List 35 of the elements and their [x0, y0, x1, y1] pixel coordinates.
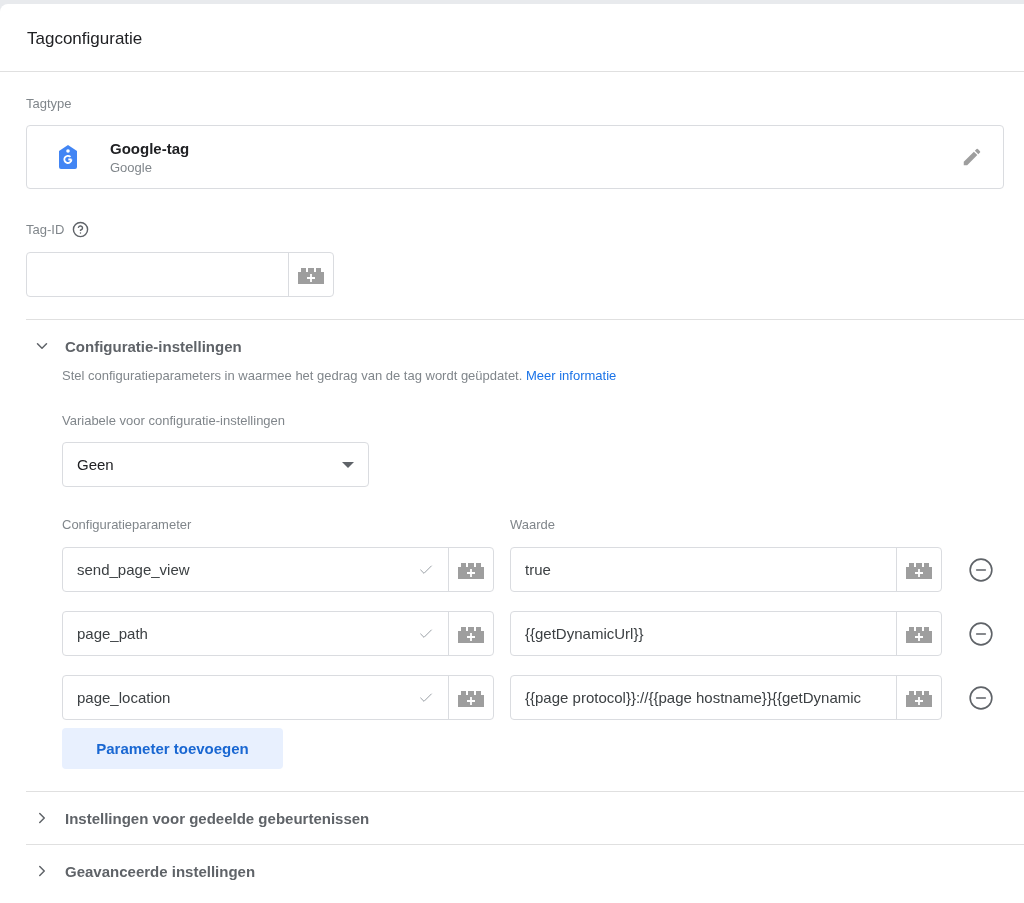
field-label: Tagtype	[26, 96, 72, 111]
add-parameter-button[interactable]: Parameter toevoegen	[62, 728, 283, 769]
tag-type-name: Google-tag	[110, 139, 191, 157]
variable-block-icon	[298, 265, 324, 284]
parameter-name-field[interactable]: page_location	[62, 675, 494, 720]
variable-block-icon	[458, 560, 484, 579]
section-header[interactable]: Geavanceerde instellingen	[26, 845, 256, 897]
variable-block-icon	[906, 688, 932, 707]
tag-type-card[interactable]: Google-tag Google	[26, 125, 1004, 189]
remove-button[interactable]	[968, 620, 994, 647]
tag-icon	[59, 145, 77, 169]
variable-block-icon	[906, 560, 932, 579]
column-header: Configuratieparameter	[62, 517, 193, 532]
help-icon[interactable]	[72, 221, 90, 238]
variable-dropdown[interactable]: Geen	[62, 442, 369, 487]
panel-title: Tagconfiguratie	[0, 4, 1024, 72]
field-label: Tag-ID	[26, 222, 65, 237]
remove-button[interactable]	[968, 556, 994, 583]
tag-type-vendor: Google	[110, 159, 153, 175]
parameter-value-field[interactable]: true	[510, 547, 942, 592]
learn-more-link[interactable]: Meer informatie	[525, 368, 617, 383]
variable-block-icon	[906, 624, 932, 643]
parameter-value-field[interactable]: {{page protocol}}://{{page hostname}}{{getDynamic	[510, 675, 942, 720]
tag-id-field[interactable]	[26, 252, 334, 297]
field-label: Variabele voor configuratie-instellingen	[62, 413, 287, 428]
parameter-name-field[interactable]: page_path	[62, 611, 494, 656]
parameter-value-field[interactable]: {{getDynamicUrl}}	[510, 611, 942, 656]
section-header[interactable]: Instellingen voor gedeelde gebeurtenissen	[26, 792, 370, 844]
column-header: Waarde	[510, 517, 557, 532]
dropdown-arrow-icon	[342, 461, 354, 468]
variable-block-icon	[458, 688, 484, 707]
remove-button[interactable]	[968, 684, 994, 711]
parameter-name-field[interactable]: send_page_view	[62, 547, 494, 592]
pencil-icon[interactable]	[961, 146, 983, 168]
variable-block-icon	[458, 624, 484, 643]
